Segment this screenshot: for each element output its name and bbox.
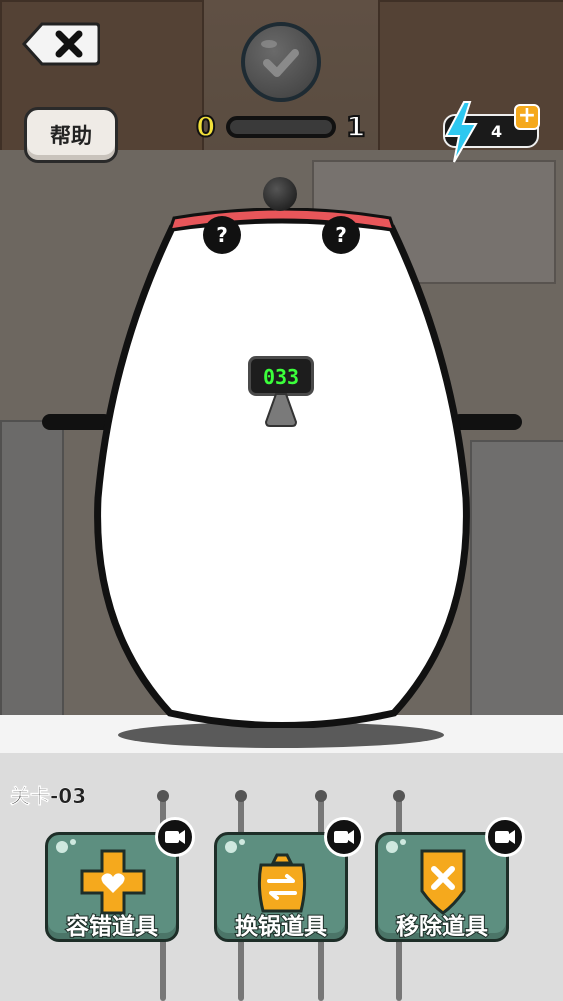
highlight [225,841,237,853]
pole-knob [315,790,327,802]
check-icon [261,40,299,77]
highlight [239,839,245,845]
highlight [56,841,68,853]
close-button[interactable] [21,22,101,66]
pole-knob [157,790,169,802]
pot-body [94,208,470,728]
watch-ad-badge[interactable] [324,817,364,857]
pole-knob [393,790,405,802]
video-icon [165,830,185,844]
video-icon [495,830,515,844]
level-label: 关卡-03 [10,784,87,809]
timer-stand [264,393,298,427]
highlight [70,839,76,845]
tool-label: 移除道具 [395,913,489,941]
pot-timer: 033 [248,356,314,396]
help-button[interactable]: 帮助 [24,107,118,163]
video-icon [334,830,354,844]
watch-ad-badge[interactable] [485,817,525,857]
highlight [386,841,398,853]
progress-target: 1 [345,109,367,144]
watch-ad-badge[interactable] [155,817,195,857]
help-button-label: 帮助 [50,124,92,148]
tool-label: 换锅道具 [234,913,328,941]
plus-icon: + [517,103,537,128]
tool-label: 容错道具 [65,913,159,941]
timer-value: 033 [262,365,300,389]
mystery-mark-left: ? [203,216,241,254]
close-x-icon [21,22,101,66]
pole-knob [235,790,247,802]
add-energy-button[interactable]: + [514,104,540,130]
pot-lid-knob [263,177,297,211]
mystery-mark-right: ? [322,216,360,254]
energy-count: 4 [491,122,503,141]
progress-current: 0 [195,109,217,144]
progress-bar [226,116,336,138]
level-complete-indicator [241,22,321,102]
lightning-bolt-icon [444,101,478,163]
highlight [400,839,406,845]
